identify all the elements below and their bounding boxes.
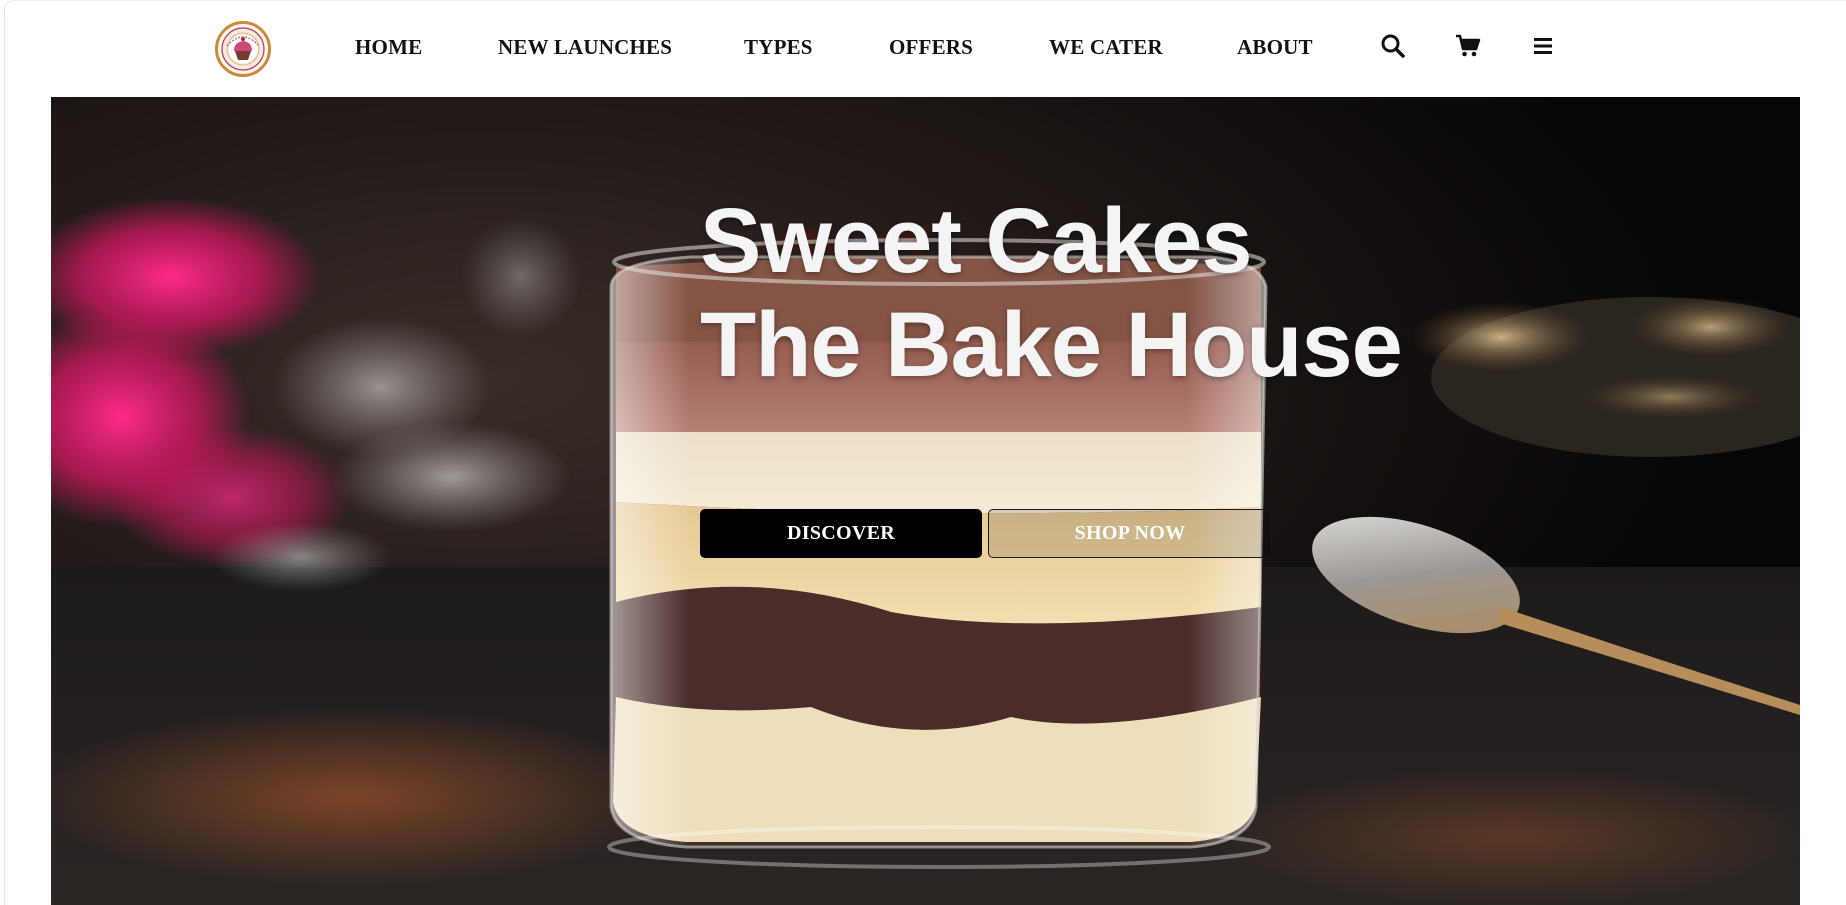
hero-title: Sweet Cakes The Bake House xyxy=(700,189,1403,397)
hero-title-line-2: The Bake House xyxy=(700,294,1403,396)
nav-home-link[interactable]: HOME xyxy=(355,34,422,60)
nav-offers-link[interactable]: OFFERS xyxy=(889,34,973,60)
hero-banner: Sweet Cakes The Bake House DISCOVER SHOP… xyxy=(51,97,1800,905)
top-navbar: HOME NEW LAUNCHES TYPES OFFERS WE CATER … xyxy=(0,0,1846,97)
cupcake-icon xyxy=(221,27,265,71)
search-icon[interactable] xyxy=(1380,33,1406,59)
menu-icon[interactable] xyxy=(1531,33,1557,59)
cart-icon[interactable] xyxy=(1455,33,1481,59)
nav-we-cater-link[interactable]: WE CATER xyxy=(1049,34,1163,60)
discover-button[interactable]: DISCOVER xyxy=(700,509,982,558)
shop-now-button[interactable]: SHOP NOW xyxy=(988,509,1272,558)
nav-types-link[interactable]: TYPES xyxy=(744,34,813,60)
brand-logo[interactable] xyxy=(215,21,271,77)
hero-title-line-1: Sweet Cakes xyxy=(700,190,1253,292)
nav-new-launches-link[interactable]: NEW LAUNCHES xyxy=(498,34,672,60)
nav-about-link[interactable]: ABOUT xyxy=(1237,34,1313,60)
